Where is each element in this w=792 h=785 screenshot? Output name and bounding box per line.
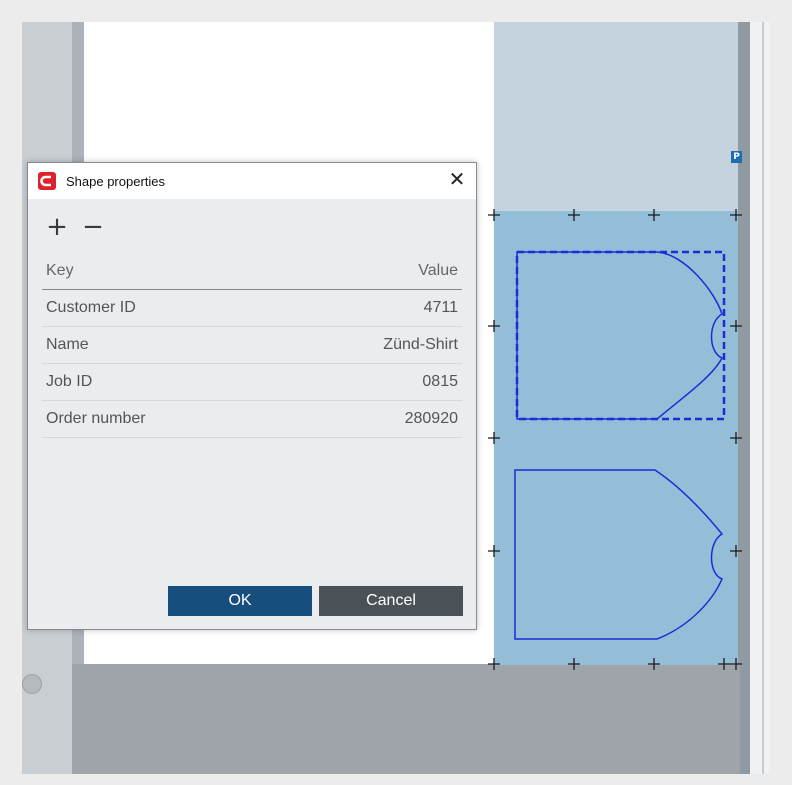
- minus-icon: −: [82, 212, 104, 242]
- right-scroll-line: [762, 22, 764, 774]
- property-key: Name: [46, 336, 89, 353]
- cancel-button[interactable]: Cancel: [319, 586, 463, 616]
- dialog-title: Shape properties: [66, 174, 166, 189]
- property-key: Customer ID: [46, 299, 136, 316]
- close-button[interactable]: ✕: [444, 167, 470, 193]
- property-value[interactable]: Zünd-Shirt: [383, 336, 458, 354]
- table-header: Key Value: [42, 253, 462, 290]
- ok-button[interactable]: OK: [168, 586, 312, 616]
- close-icon: ✕: [448, 169, 466, 191]
- property-value[interactable]: 0815: [422, 373, 458, 391]
- property-value[interactable]: 280920: [405, 410, 458, 428]
- remove-property-button[interactable]: −: [82, 214, 104, 240]
- table-row[interactable]: Job ID 0815: [42, 364, 462, 401]
- dialog-titlebar: Shape properties ✕: [28, 163, 476, 199]
- zoom-handle[interactable]: [22, 674, 42, 694]
- plus-icon: +: [46, 212, 68, 242]
- table-row[interactable]: Customer ID 4711: [42, 290, 462, 327]
- table-row[interactable]: Order number 280920: [42, 401, 462, 438]
- property-key: Job ID: [46, 373, 93, 390]
- material-canvas[interactable]: [486, 200, 748, 674]
- column-header-value: Value: [418, 262, 458, 279]
- right-scroll-area[interactable]: [750, 22, 770, 774]
- add-property-button[interactable]: +: [46, 214, 68, 240]
- property-value[interactable]: 4711: [424, 299, 458, 317]
- property-key: Order number: [46, 410, 146, 427]
- shape-properties-dialog: Shape properties ✕ + − Key Value Custome…: [27, 162, 477, 630]
- marker-p-icon[interactable]: P: [731, 151, 742, 163]
- app-logo-icon: [38, 172, 56, 190]
- material-upper-area: [494, 22, 740, 212]
- table-row[interactable]: Name Zünd-Shirt: [42, 327, 462, 364]
- properties-table: Key Value Customer ID 4711 Name Zünd-Shi…: [42, 253, 462, 438]
- bottom-panel: [72, 664, 740, 774]
- column-header-key: Key: [46, 262, 74, 279]
